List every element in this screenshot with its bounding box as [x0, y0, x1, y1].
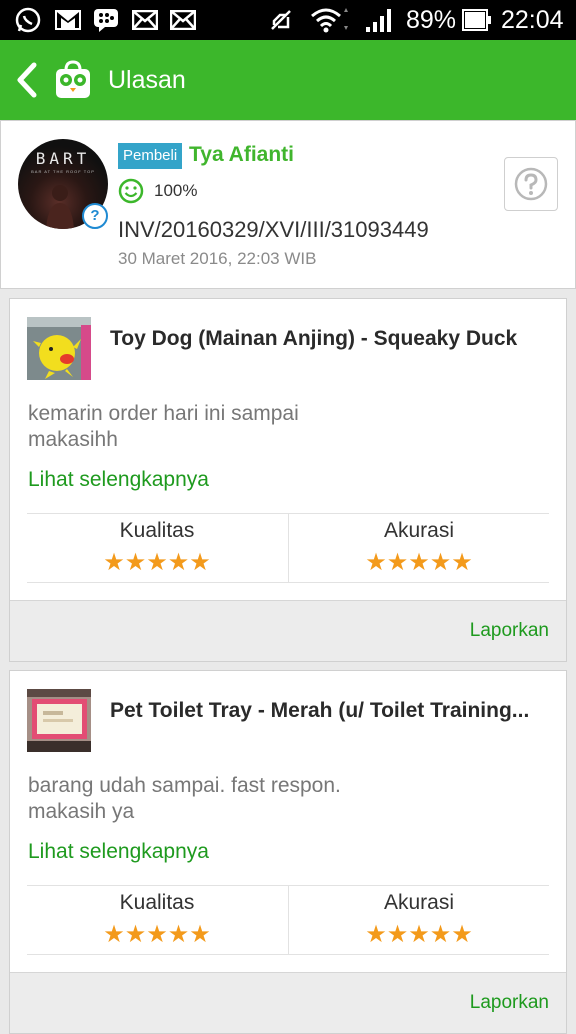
accuracy-rating: Akurasi ★★★★★ [289, 886, 549, 954]
mute-icon [268, 0, 294, 40]
buyer-tag: Pembeli [118, 143, 183, 169]
star-icon: ★ [167, 921, 190, 948]
star-icon: ★ [189, 921, 211, 948]
star-icon: ★ [124, 549, 147, 576]
star-icon: ★ [429, 549, 452, 576]
back-arrow-icon[interactable] [12, 62, 42, 98]
battery-percentage: 89% [406, 6, 457, 34]
quality-stars: ★★★★★ [27, 922, 287, 948]
owl-bag-logo-icon [54, 60, 92, 100]
clock: 22:04 [501, 6, 564, 34]
wifi-icon [310, 0, 350, 40]
battery-icon [462, 0, 492, 40]
star-icon: ★ [365, 921, 387, 948]
status-bar: 89% 22:04 [0, 0, 576, 40]
question-circle-icon [514, 167, 548, 201]
app-bar: Ulasan [0, 40, 576, 120]
reviewer-name[interactable]: Tya Afianti [189, 141, 294, 169]
reputation-percentage: 100% [154, 181, 198, 200]
star-icon: ★ [103, 921, 125, 948]
gmail-icon [54, 0, 82, 40]
review-card: Pet Toilet Tray - Merah (u/ Toilet Train… [9, 670, 567, 1034]
accuracy-rating: Akurasi ★★★★★ [289, 514, 549, 582]
product-name[interactable]: Pet Toilet Tray - Merah (u/ Toilet Train… [110, 691, 550, 731]
star-icon: ★ [103, 549, 125, 576]
page-title: Ulasan [108, 66, 186, 94]
review-message-line: makasihh [28, 428, 118, 451]
help-button[interactable] [504, 157, 558, 211]
review-date: 30 Maret 2016, 22:03 WIB [118, 249, 317, 268]
see-more-link[interactable]: Lihat selengkapnya [28, 465, 209, 495]
quality-label: Kualitas [119, 891, 195, 914]
review-card: Toy Dog (Mainan Anjing) - Squeaky Duck k… [9, 298, 567, 662]
reviewer-card: BART BAR AT THE ROOF TOP ? Pembeli Tya A… [0, 120, 576, 289]
review-message-line: kemarin order hari ini sampai [28, 402, 299, 425]
signal-icon [364, 0, 394, 40]
rating-row: Kualitas ★★★★★ Akurasi ★★★★★ [27, 885, 549, 955]
product-thumbnail[interactable] [27, 317, 91, 380]
question-badge-icon[interactable]: ? [82, 203, 108, 229]
quality-label: Kualitas [119, 519, 195, 542]
product-name[interactable]: Toy Dog (Mainan Anjing) - Squeaky Duck [110, 319, 550, 359]
accuracy-stars: ★★★★★ [289, 922, 549, 948]
invoice-number[interactable]: INV/20160329/XVI/III/31093449 [118, 215, 429, 245]
see-more-link[interactable]: Lihat selengkapnya [28, 837, 209, 867]
quality-rating: Kualitas ★★★★★ [27, 886, 287, 954]
report-link[interactable]: Laporkan [470, 617, 549, 645]
mail-icon [170, 0, 196, 40]
rating-row: Kualitas ★★★★★ Akurasi ★★★★★ [27, 513, 549, 583]
star-icon: ★ [124, 921, 147, 948]
star-icon: ★ [408, 549, 430, 576]
review-message-line: barang udah sampai. fast respon. [28, 774, 341, 797]
avatar-subtext: BAR AT THE ROOF TOP [31, 169, 95, 174]
accuracy-stars: ★★★★★ [289, 550, 549, 576]
avatar-brand-text: BART [35, 149, 91, 168]
star-icon: ★ [167, 549, 190, 576]
star-icon: ★ [451, 549, 473, 576]
review-footer: Laporkan [10, 600, 566, 661]
star-icon: ★ [146, 921, 168, 948]
star-icon: ★ [386, 549, 409, 576]
review-message-line: makasih ya [28, 800, 135, 823]
accuracy-label: Akurasi [383, 891, 455, 914]
bbm-icon [93, 0, 119, 40]
star-icon: ★ [408, 921, 430, 948]
star-icon: ★ [146, 549, 168, 576]
accuracy-label: Akurasi [383, 519, 455, 542]
star-icon: ★ [451, 921, 473, 948]
star-icon: ★ [429, 921, 452, 948]
mail-icon [132, 0, 158, 40]
star-icon: ★ [365, 549, 387, 576]
quality-stars: ★★★★★ [27, 550, 287, 576]
star-icon: ★ [189, 549, 211, 576]
report-link[interactable]: Laporkan [470, 989, 549, 1017]
star-icon: ★ [386, 921, 409, 948]
quality-rating: Kualitas ★★★★★ [27, 514, 287, 582]
smile-icon [118, 178, 144, 204]
product-thumbnail[interactable] [27, 689, 91, 752]
whatsapp-icon [14, 0, 42, 40]
